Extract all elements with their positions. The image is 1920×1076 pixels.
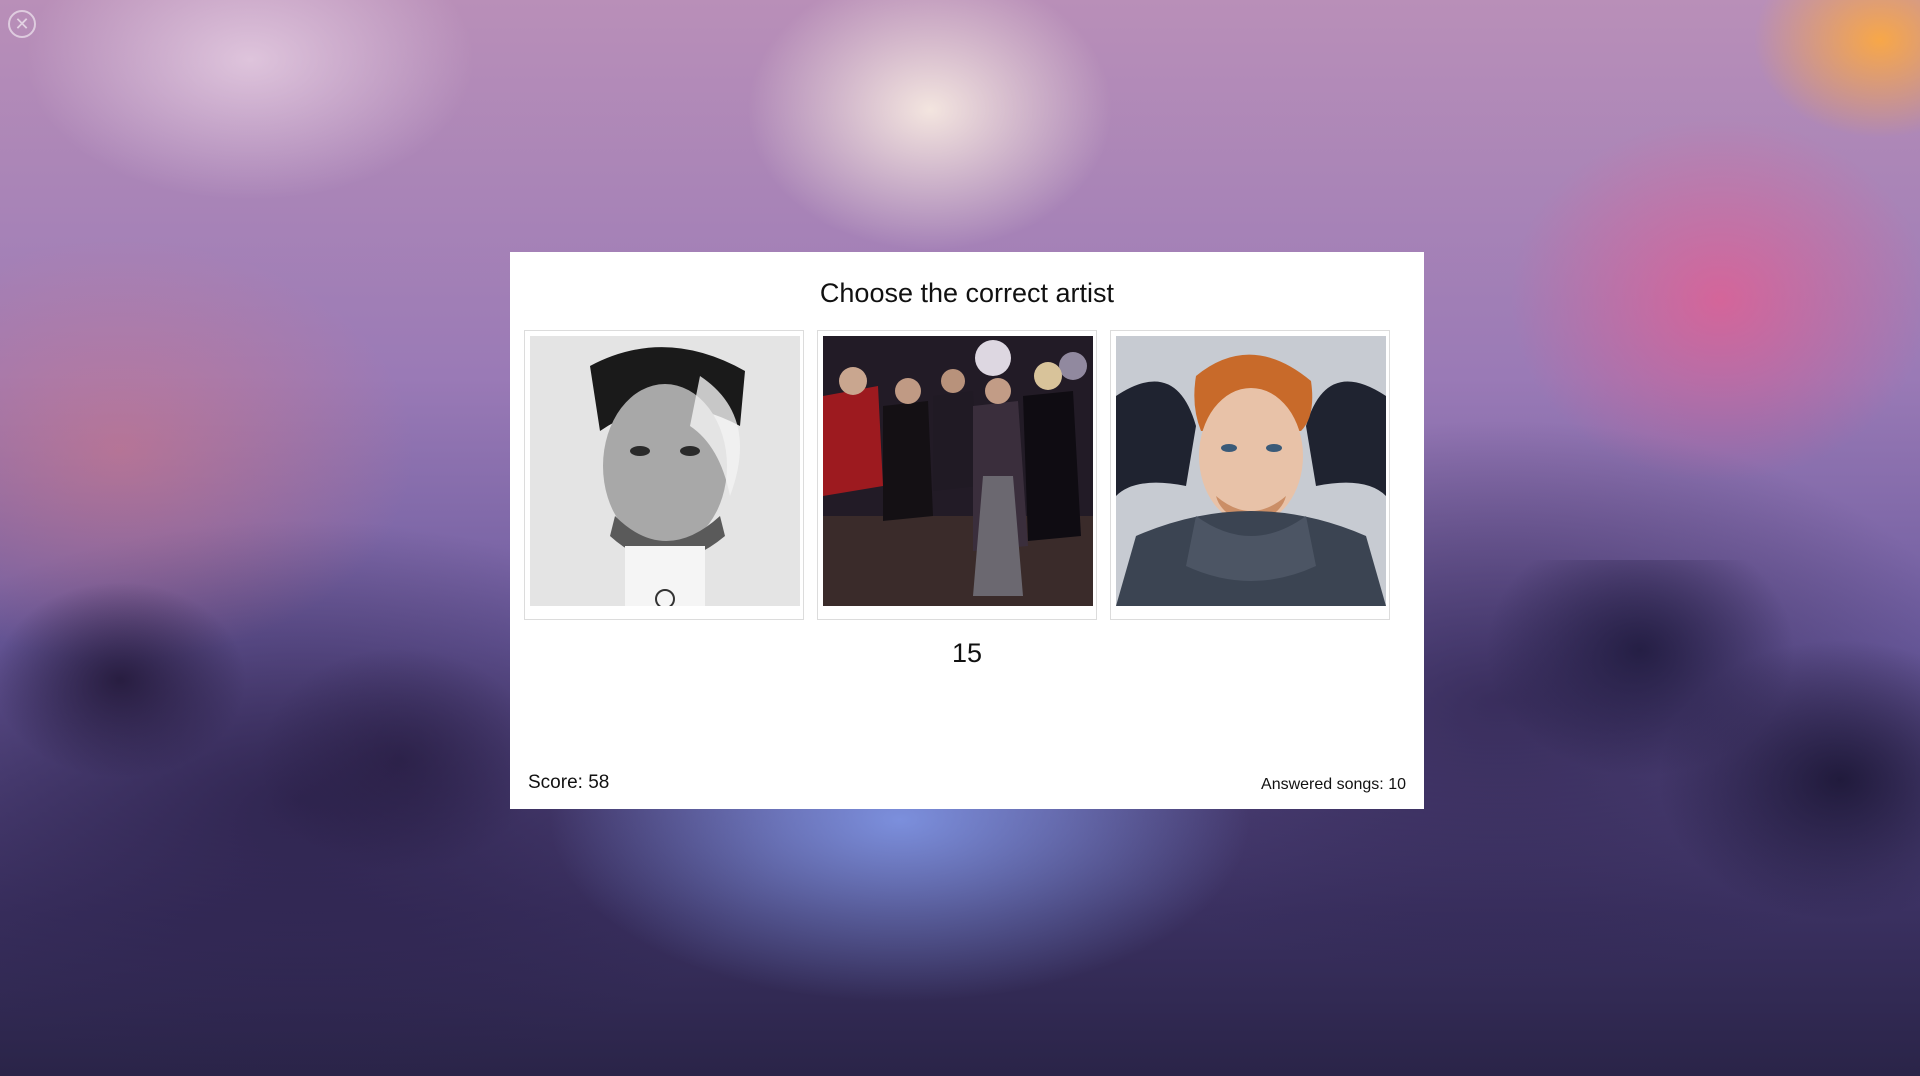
answered-songs-label: Answered songs: 10 [1261, 776, 1406, 793]
artist-photo-3 [1116, 336, 1386, 606]
close-icon[interactable]: ✕ [8, 10, 36, 38]
artist-option-3[interactable] [1110, 330, 1390, 620]
artist-option-2[interactable] [817, 330, 1097, 620]
countdown-timer: 15 [951, 638, 983, 668]
artist-photo-2 [823, 336, 1093, 606]
score-label: Score: 58 [528, 772, 610, 793]
artist-options [524, 330, 1410, 622]
quiz-title: Choose the correct artist [819, 278, 1115, 308]
quiz-dialog: Choose the correct artist 15 Score: 58 A… [510, 252, 1424, 809]
artist-photo-1 [530, 336, 800, 606]
artist-option-1[interactable] [524, 330, 804, 620]
